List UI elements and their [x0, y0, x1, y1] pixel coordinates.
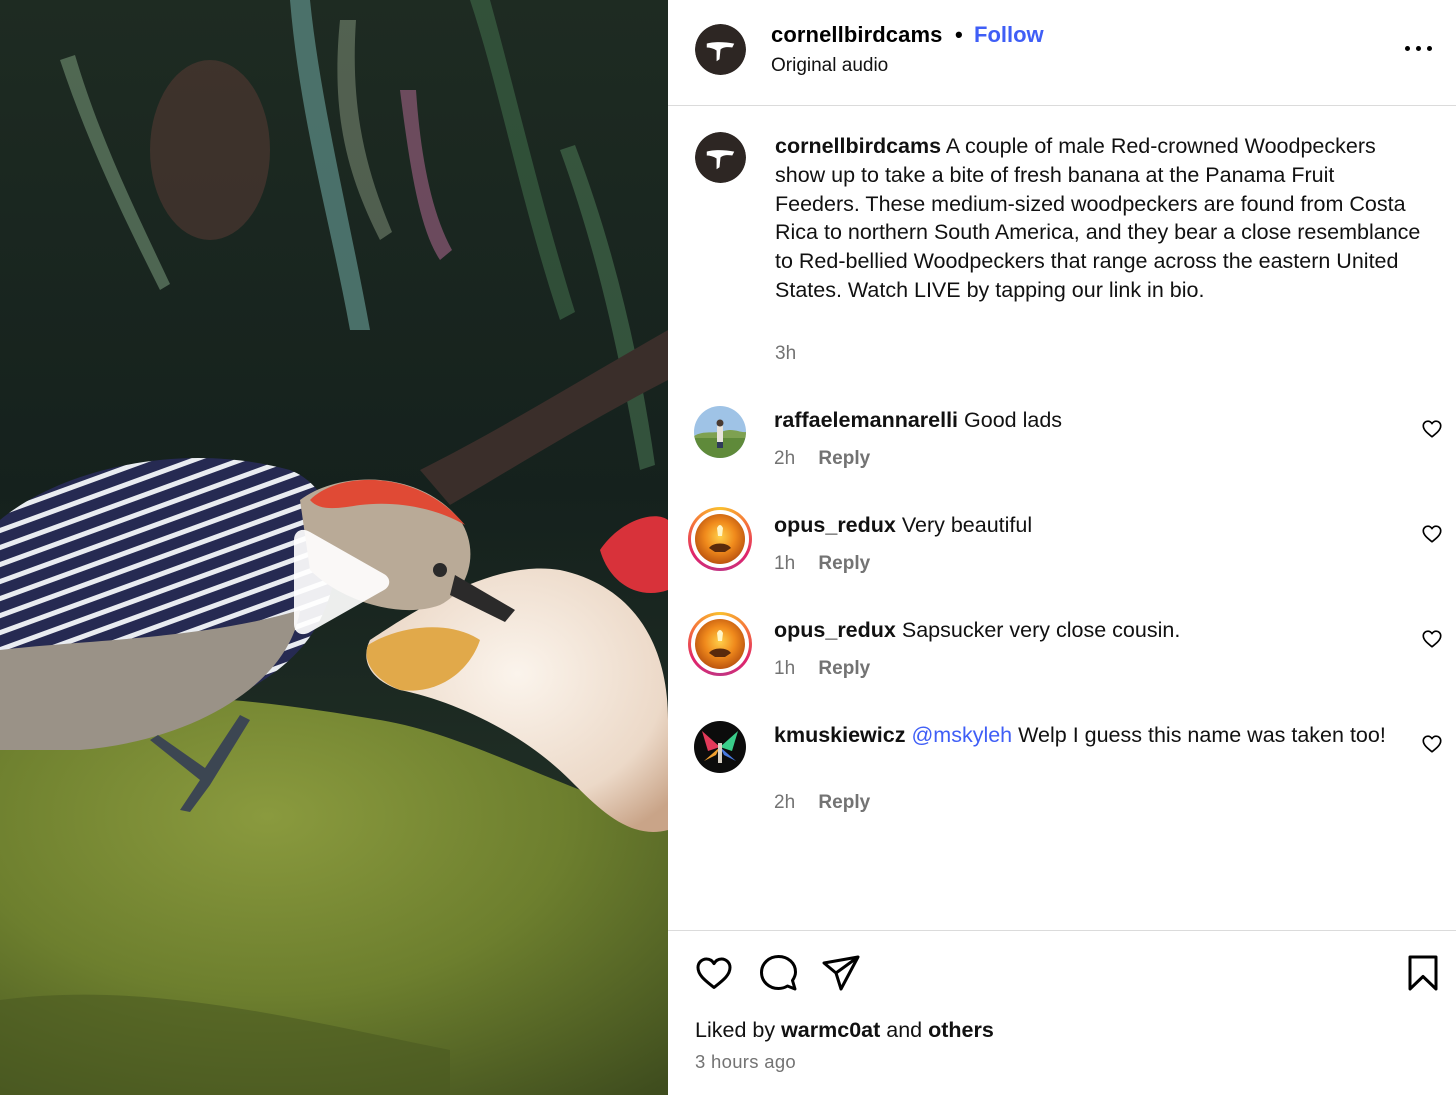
commenter-avatar[interactable] [694, 406, 746, 458]
play-button[interactable] [288, 528, 392, 636]
caption-body: A couple of male Red-crowned Woodpeckers… [775, 134, 1421, 302]
comment-text: opus_redux Sapsucker very close cousin. [774, 616, 1394, 645]
comment-item: opus_redux Very beautiful 1h Reply [668, 507, 1456, 611]
comment-time[interactable]: 1h [774, 658, 795, 679]
comment-button[interactable] [758, 953, 798, 993]
comment-item: raffaelemannarelli Good lads 2h Reply [668, 406, 1456, 506]
comment-time[interactable]: 2h [774, 792, 795, 813]
reply-button[interactable]: Reply [818, 792, 870, 813]
comment-mention[interactable]: @mskyleh [911, 723, 1012, 747]
comment-meta: 1h Reply [774, 553, 870, 575]
comment-text: raffaelemannarelli Good lads [774, 406, 1394, 435]
save-button[interactable] [1403, 953, 1443, 993]
comment-username[interactable]: kmuskiewicz [774, 723, 905, 747]
avatar-photo [695, 514, 745, 564]
action-bar: Liked by warmc0at and others 3 hours ago [668, 930, 1456, 1095]
reply-button[interactable]: Reply [818, 553, 870, 574]
likes-user[interactable]: warmc0at [781, 1018, 880, 1042]
comment-text: opus_redux Very beautiful [774, 511, 1394, 540]
bird-logo-icon [695, 24, 746, 75]
play-icon [294, 529, 390, 635]
author-username[interactable]: cornellbirdcams [771, 22, 942, 48]
follow-button[interactable]: Follow [974, 22, 1044, 48]
commenter-avatar [695, 619, 745, 669]
separator-dot: • [955, 22, 963, 47]
comment-like-button[interactable] [1421, 628, 1443, 650]
heart-icon [1422, 525, 1442, 543]
video-player[interactable] [0, 0, 668, 1095]
comment-like-button[interactable] [1421, 733, 1443, 755]
post-timestamp[interactable]: 3 hours ago [695, 1051, 796, 1073]
comment-time[interactable]: 2h [774, 448, 795, 469]
audio-label[interactable]: Original audio [771, 55, 888, 77]
avatar-photo [695, 619, 745, 669]
heart-icon [1422, 420, 1442, 438]
post-header: cornellbirdcams • Follow Original audio [668, 0, 1456, 106]
story-ring[interactable] [688, 507, 752, 571]
share-button[interactable] [821, 953, 861, 993]
comment-item: kmuskiewicz @mskyleh Welp I guess this n… [668, 721, 1456, 831]
comment-meta: 2h Reply [774, 792, 870, 814]
bird-logo-icon [695, 132, 746, 183]
comment-meta: 1h Reply [774, 658, 870, 680]
story-ring[interactable] [688, 612, 752, 676]
heart-icon [1422, 630, 1442, 648]
likes-prefix: Liked by [695, 1018, 776, 1042]
caption-avatar[interactable] [695, 132, 746, 183]
commenter-avatar[interactable] [694, 721, 746, 773]
comment-like-button[interactable] [1421, 418, 1443, 440]
comment-username[interactable]: opus_redux [774, 513, 896, 537]
bookmark-icon [1408, 955, 1438, 991]
reply-button[interactable]: Reply [818, 658, 870, 679]
comment-like-button[interactable] [1421, 523, 1443, 545]
comment-time[interactable]: 1h [774, 553, 795, 574]
commenter-avatar [695, 514, 745, 564]
post-details-panel: cornellbirdcams • Follow Original audio … [668, 0, 1456, 1095]
comment-body: Good lads [964, 408, 1063, 432]
comment-meta: 2h Reply [774, 448, 870, 470]
comment-username[interactable]: opus_redux [774, 618, 896, 642]
caption-username[interactable]: cornellbirdcams [775, 134, 941, 158]
more-options-icon[interactable] [1404, 38, 1434, 58]
caption-timestamp[interactable]: 3h [775, 343, 796, 365]
heart-icon [696, 957, 732, 989]
like-button[interactable] [694, 953, 734, 993]
share-icon [822, 955, 860, 991]
comment-body: Very beautiful [901, 513, 1033, 537]
comment-username[interactable]: raffaelemannarelli [774, 408, 958, 432]
comment-body: Welp I guess this name was taken too! [1018, 723, 1386, 747]
likes-summary: Liked by warmc0at and others [695, 1018, 994, 1043]
likes-others[interactable]: others [928, 1018, 994, 1042]
heart-icon [1422, 735, 1442, 753]
reply-button[interactable]: Reply [818, 448, 870, 469]
author-avatar[interactable] [695, 24, 746, 75]
comment-text: kmuskiewicz @mskyleh Welp I guess this n… [774, 721, 1394, 750]
caption: cornellbirdcams A couple of male Red-cro… [775, 132, 1425, 305]
likes-joiner: and [886, 1018, 923, 1042]
comment-icon [760, 955, 797, 991]
comment-item: opus_redux Sapsucker very close cousin. … [668, 612, 1456, 716]
avatar-photo [694, 406, 746, 458]
comment-body: Sapsucker very close cousin. [901, 618, 1181, 642]
avatar-photo [694, 721, 746, 773]
